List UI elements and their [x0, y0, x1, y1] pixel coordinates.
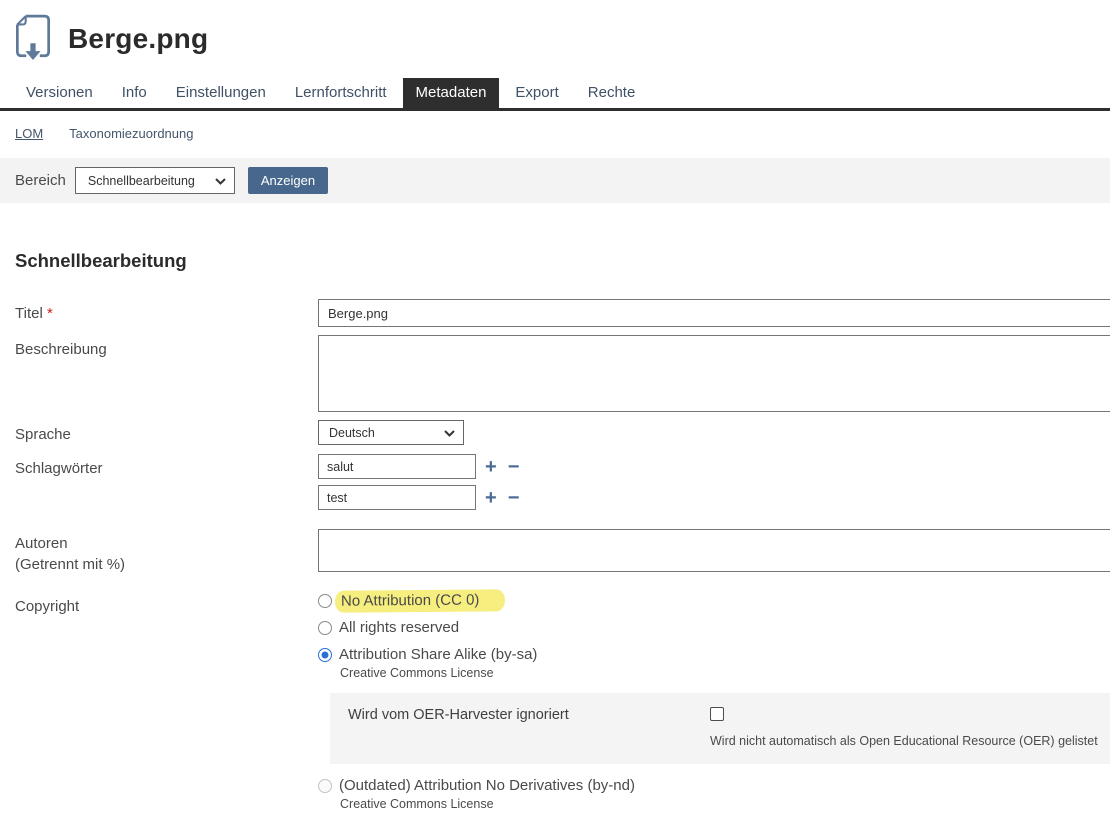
tab-export[interactable]: Export — [502, 78, 571, 108]
tab-bar: Versionen Info Einstellungen Lernfortsch… — [0, 78, 1110, 111]
copyright-option-by-sa: Attribution Share Alike (by-sa) — [318, 646, 1110, 663]
subnav-link-taxonomiezuordnung[interactable]: Taxonomiezuordnung — [69, 126, 193, 141]
form-row-description: Beschreibung — [0, 335, 1110, 412]
keyword-input-1[interactable] — [318, 454, 476, 479]
description-label: Beschreibung — [15, 335, 318, 412]
copyright-option-label[interactable]: All rights reserved — [339, 619, 459, 636]
oer-harvester-control: Wird nicht automatisch als Open Educatio… — [710, 707, 1110, 748]
tab-einstellungen[interactable]: Einstellungen — [163, 78, 279, 108]
tab-metadaten[interactable]: Metadaten — [403, 78, 500, 108]
file-download-icon — [12, 13, 54, 66]
tab-info[interactable]: Info — [109, 78, 160, 108]
tab-lernfortschritt[interactable]: Lernfortschritt — [282, 78, 400, 108]
bereich-select-value: Schnellbearbeitung — [88, 174, 195, 188]
cc-license-sublabel: Creative Commons License — [340, 666, 1110, 680]
chevron-down-icon — [444, 426, 455, 440]
form-row-language: Sprache Deutsch — [0, 420, 1110, 445]
language-select[interactable]: Deutsch — [318, 420, 464, 445]
bereich-select[interactable]: Schnellbearbeitung — [75, 167, 235, 194]
page-header: Berge.png — [0, 0, 1110, 66]
copyright-option-all-rights: All rights reserved — [318, 619, 1110, 636]
keyword-input-2[interactable] — [318, 485, 476, 510]
sub-nav: LOM Taxonomiezuordnung — [0, 111, 1110, 141]
oer-harvester-label: Wird vom OER-Harvester ignoriert — [348, 707, 710, 748]
anzeigen-button[interactable]: Anzeigen — [248, 167, 328, 194]
title-label: Titel * — [15, 299, 318, 327]
add-keyword-icon[interactable]: + — [485, 488, 497, 508]
oer-harvester-helper-text: Wird nicht automatisch als Open Educatio… — [710, 734, 1110, 748]
tab-versionen[interactable]: Versionen — [13, 78, 106, 108]
description-textarea[interactable] — [318, 335, 1110, 412]
filter-bar: Bereich Schnellbearbeitung Anzeigen — [0, 158, 1110, 203]
radio-cc0[interactable] — [318, 594, 332, 608]
form-row-copyright: Copyright No Attribution (CC 0) All righ… — [0, 592, 1110, 816]
required-asterisk: * — [47, 305, 53, 322]
metadata-page: Berge.png Versionen Info Einstellungen L… — [0, 0, 1110, 816]
oer-harvester-checkbox[interactable] — [710, 707, 724, 721]
cc-license-sublabel: Creative Commons License — [340, 797, 1110, 811]
radio-by-nd-disabled[interactable] — [318, 779, 332, 793]
keyword-row: + − — [318, 454, 1110, 479]
subnav-link-lom[interactable]: LOM — [15, 126, 43, 141]
section-heading: Schnellbearbeitung — [15, 250, 1110, 272]
radio-all-rights[interactable] — [318, 621, 332, 635]
radio-by-sa-selected[interactable] — [318, 648, 332, 662]
authors-label: Autoren (Getrennt mit %) — [15, 529, 318, 575]
keyword-row: + − — [318, 485, 1110, 510]
copyright-option-label[interactable]: Attribution Share Alike (by-sa) — [339, 646, 537, 663]
authors-label-hint: (Getrennt mit %) — [15, 554, 318, 575]
add-keyword-icon[interactable]: + — [485, 457, 497, 477]
oer-harvester-box: Wird vom OER-Harvester ignoriert Wird ni… — [330, 693, 1110, 764]
language-label: Sprache — [15, 420, 318, 445]
copyright-option-label[interactable]: (Outdated) Attribution No Derivatives (b… — [339, 777, 635, 794]
copyright-option-cc0: No Attribution (CC 0) — [318, 592, 1110, 609]
form-row-keywords: Schlagwörter + − + − — [0, 454, 1110, 516]
page-title: Berge.png — [68, 23, 208, 55]
remove-keyword-icon[interactable]: − — [508, 457, 520, 477]
form-row-authors: Autoren (Getrennt mit %) — [0, 529, 1110, 575]
tab-rechte[interactable]: Rechte — [575, 78, 649, 108]
keywords-label: Schlagwörter — [15, 454, 318, 516]
copyright-label: Copyright — [15, 592, 318, 816]
remove-keyword-icon[interactable]: − — [508, 488, 520, 508]
copyright-option-by-nd: (Outdated) Attribution No Derivatives (b… — [318, 777, 1110, 794]
form-row-title: Titel * — [0, 299, 1110, 327]
chevron-down-icon — [215, 174, 226, 188]
title-input[interactable] — [318, 299, 1110, 327]
authors-input[interactable] — [318, 529, 1110, 572]
language-select-value: Deutsch — [329, 426, 375, 440]
metadata-form: Titel * Beschreibung Sprache Deutsch — [0, 299, 1110, 816]
copyright-option-label-highlighted[interactable]: No Attribution (CC 0) — [335, 589, 506, 612]
filter-label: Bereich — [15, 172, 66, 189]
